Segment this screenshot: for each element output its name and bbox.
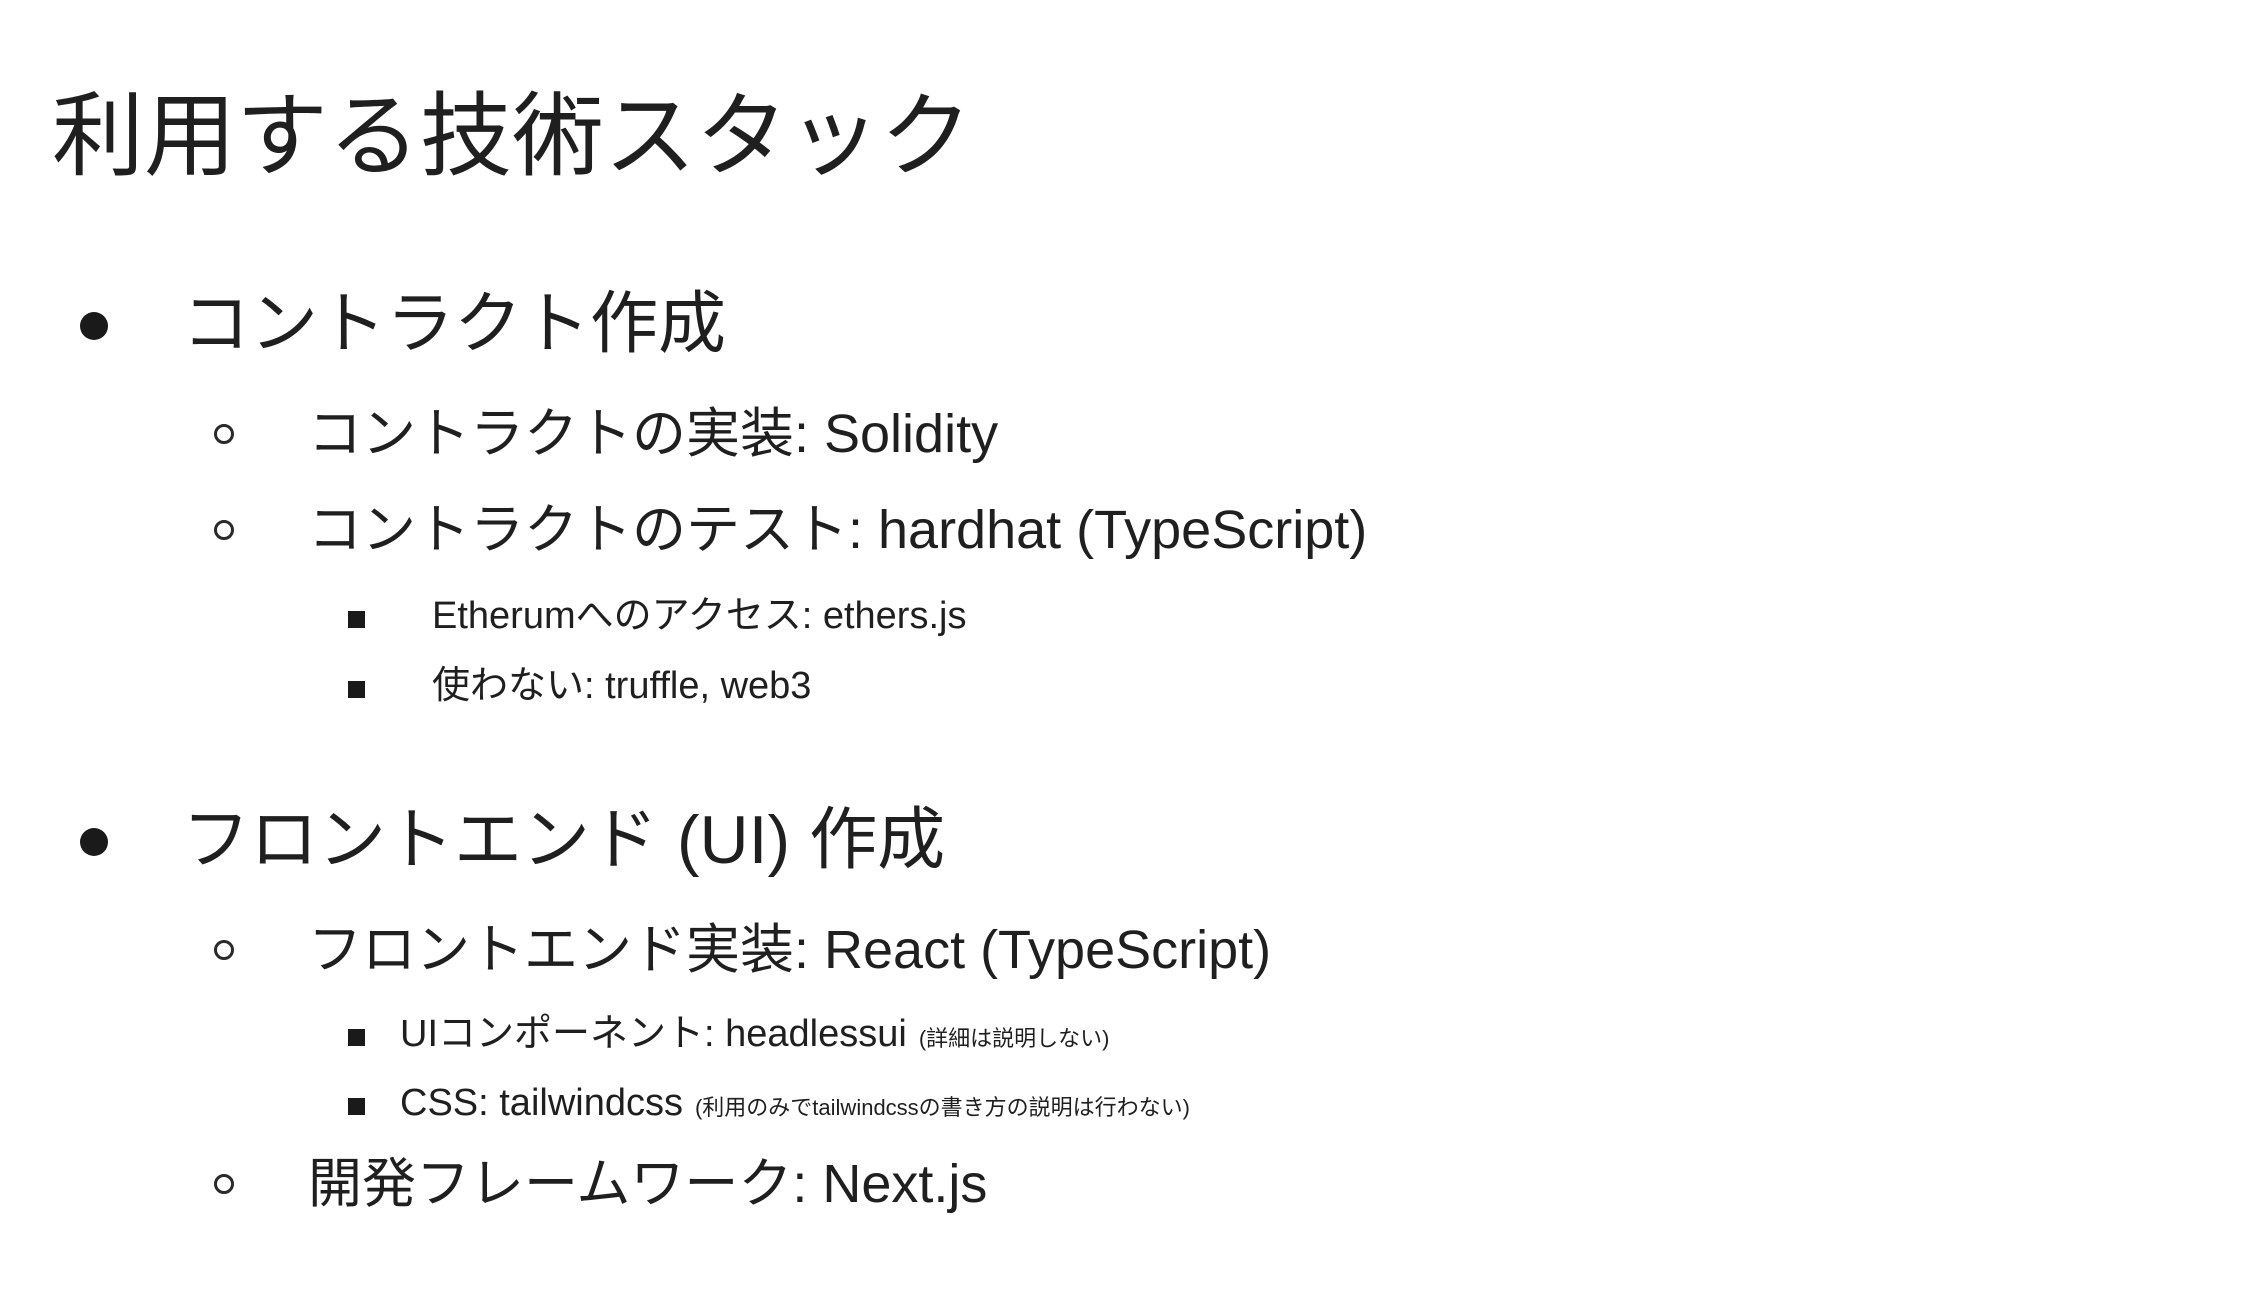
bullet-square-icon (348, 1029, 365, 1046)
item-contract-test: コントラクトのテスト: hardhat (TypeScript) (308, 500, 1368, 560)
subitem-ui-components-label: UIコンポーネント: headlessui (400, 1013, 907, 1055)
subitem-not-used: 使わない: truffle, web3 (432, 665, 812, 707)
bullet-circle-icon (214, 520, 234, 540)
section-contract-creation: コントラクト作成 (182, 286, 727, 362)
item-dev-framework: 開発フレームワーク: Next.js (308, 1154, 988, 1214)
subitem-css-note: (利用のみでtailwindcssの書き方の説明は行わない) (694, 1095, 1191, 1120)
subitem-ui-components-note: (詳細は説明しない) (918, 1026, 1110, 1051)
subitem-ethereum-access: Etherumへのアクセス: ethers.js (432, 595, 967, 637)
bullet-square-icon (348, 1098, 365, 1115)
bullet-disc-icon (80, 312, 108, 340)
bullet-circle-icon (214, 940, 234, 960)
item-frontend-implementation: フロントエンド実装: React (TypeScript) (308, 920, 1272, 980)
item-contract-implementation: コントラクトの実装: Solidity (308, 404, 999, 464)
slide: 利用する技術スタック コントラクト作成 コントラクトの実装: Solidity … (0, 0, 2246, 1298)
subitem-ui-components: UIコンポーネント: headlessui (詳細は説明しない) (400, 1011, 1109, 1062)
slide-title: 利用する技術スタック (52, 86, 973, 188)
subitem-css: CSS: tailwindcss (利用のみでtailwindcssの書き方の説明… (400, 1080, 1190, 1131)
subitem-css-label: CSS: tailwindcss (400, 1082, 683, 1124)
bullet-disc-icon (80, 828, 108, 856)
bullet-circle-icon (214, 424, 234, 444)
bullet-square-icon (348, 681, 365, 698)
bullet-square-icon (348, 611, 365, 628)
section-frontend-creation: フロントエンド (UI) 作成 (182, 802, 946, 878)
bullet-circle-icon (214, 1174, 234, 1194)
